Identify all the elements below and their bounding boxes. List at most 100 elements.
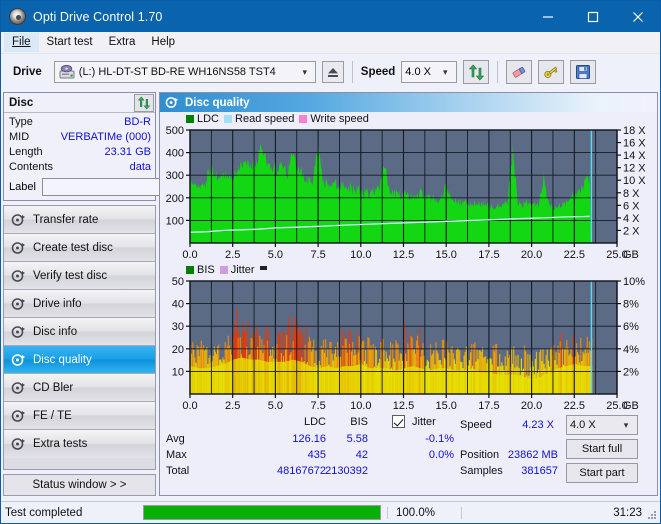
- save-button[interactable]: [570, 60, 597, 84]
- disc-type-value: BD-R: [124, 116, 151, 128]
- stats-row-max: Max: [166, 449, 187, 461]
- stats-total-bis: 2130392: [325, 465, 368, 477]
- key-button[interactable]: [538, 60, 565, 84]
- stats-samples-value: 381657: [521, 465, 558, 477]
- svg-text:30: 30: [172, 321, 184, 333]
- refresh-button[interactable]: [463, 60, 490, 84]
- progress-bar: [143, 505, 381, 520]
- test-speed-value: 4.0 X: [570, 419, 596, 431]
- sidebar-item-drive-info[interactable]: Drive info: [4, 290, 155, 318]
- ldc-plot-area: 1002003004005002 X4 X6 X8 X10 X12 X14 X1…: [166, 126, 647, 261]
- status-window-button[interactable]: Status window > >: [3, 474, 156, 496]
- disc-contents-label: Contents: [9, 161, 54, 173]
- minimize-icon[interactable]: [525, 1, 570, 32]
- disc-test-icon: [11, 325, 25, 338]
- sidebar-item-disc-quality[interactable]: Disc quality: [4, 346, 155, 374]
- disc-mid-value: VERBATIMe (000): [60, 131, 151, 143]
- menu-item-extra[interactable]: Extra: [101, 33, 144, 52]
- menu-file-label: File: [12, 36, 31, 48]
- legend-write-speed-label: Write speed: [310, 113, 369, 125]
- toolbar: Drive (L:) HL-DT-ST BD-RE WH16NS58 TST4 …: [1, 54, 660, 90]
- resize-grip[interactable]: [646, 509, 657, 520]
- disc-row-mid: MID VERBATIMe (000): [9, 130, 151, 145]
- stats-position-value: 23862 MB: [507, 449, 558, 461]
- legend-write-speed: Write speed: [299, 113, 369, 125]
- bis-chart: BIS Jitter 10 20 30 40 50 2% 4% 6% 8% 10% 0.0 2.5 5.…: [160, 263, 657, 414]
- start-part-button[interactable]: Start part: [566, 463, 638, 483]
- menu-item-file[interactable]: File: [4, 33, 39, 52]
- legend-swatch-icon: [219, 266, 228, 274]
- maximize-icon[interactable]: [570, 1, 615, 32]
- status-text: Test completed: [5, 506, 83, 519]
- svg-text:17.5: 17.5: [478, 249, 499, 261]
- menu-item-help[interactable]: Help: [143, 33, 183, 52]
- svg-text:100: 100: [166, 215, 184, 227]
- svg-text:10.0: 10.0: [350, 249, 371, 261]
- svg-text:6%: 6%: [623, 321, 639, 333]
- menu-item-start-test[interactable]: Start test: [39, 33, 101, 52]
- start-full-button[interactable]: Start full: [566, 439, 638, 459]
- svg-text:2 X: 2 X: [623, 225, 640, 237]
- speed-value: 4.0 X: [405, 66, 431, 78]
- stats-total-ldc: 48167672: [277, 465, 326, 477]
- stats-avg-jitter: -0.1%: [425, 433, 454, 445]
- window-controls: [525, 1, 660, 32]
- ldc-legend: LDC Read speed Write speed: [160, 112, 657, 126]
- stats-max-ldc: 435: [307, 449, 326, 461]
- sidebar-item-label: Transfer rate: [33, 213, 99, 226]
- svg-text:500: 500: [166, 126, 184, 137]
- disc-test-icon: [11, 409, 25, 422]
- sidebar-item-fe-te[interactable]: FE / TE: [4, 402, 155, 430]
- stats-speed-label: Speed: [460, 419, 492, 431]
- chevron-down-icon[interactable]: ▾: [297, 67, 313, 78]
- legend-swatch-icon: [186, 115, 194, 123]
- sidebar-nav: Transfer rate Create test disc Verify te…: [3, 205, 156, 470]
- disc-test-icon: [11, 241, 25, 254]
- legend-ldc: LDC: [186, 113, 219, 125]
- stats-max-jitter: 0.0%: [428, 449, 454, 461]
- svg-text:4 X: 4 X: [623, 213, 640, 225]
- stats-max-bis: 42: [355, 449, 368, 461]
- sidebar-item-verify-test-disc[interactable]: Verify test disc: [4, 262, 155, 290]
- svg-text:12.5: 12.5: [393, 249, 414, 261]
- menu-start-test-label: Start test: [46, 36, 93, 48]
- legend-swatch-icon: [299, 115, 308, 123]
- chevron-down-icon[interactable]: ▾: [618, 420, 634, 431]
- sidebar-item-create-test-disc[interactable]: Create test disc: [4, 234, 155, 262]
- sidebar-item-label: Verify test disc: [33, 269, 108, 282]
- close-icon[interactable]: [615, 1, 660, 32]
- main-panel: Disc quality LDC Read speed Write speed: [159, 92, 658, 496]
- sidebar-filler: [4, 458, 155, 469]
- disc-refresh-button[interactable]: [134, 93, 154, 112]
- legend-jitter-label: Jitter: [230, 264, 255, 276]
- disc-row-type: Type BD-R: [9, 115, 151, 130]
- legend-bis: BIS: [186, 264, 215, 276]
- ldc-chart: LDC Read speed Write speed 100 200 300 400 5…: [160, 112, 657, 263]
- menu-bar: File Start test Extra Help: [1, 32, 660, 54]
- eraser-button[interactable]: [506, 60, 533, 84]
- sidebar: Disc Type BD-R MID VERBATIMe (000) Lengt…: [1, 90, 246, 496]
- sidebar-item-label: Create test disc: [33, 241, 113, 254]
- drive-select[interactable]: (L:) HL-DT-ST BD-RE WH16NS58 TST4 ▾: [53, 61, 316, 83]
- disc-type-label: Type: [9, 116, 33, 128]
- speed-select[interactable]: 4.0 X ▾: [401, 61, 458, 83]
- disc-test-icon: [11, 213, 25, 226]
- test-speed-select[interactable]: 4.0 X ▾: [566, 415, 638, 435]
- body: Disc Type BD-R MID VERBATIMe (000) Lengt…: [1, 90, 660, 496]
- svg-text:10: 10: [172, 366, 184, 378]
- svg-text:GB: GB: [623, 249, 639, 261]
- disc-test-icon: [165, 97, 179, 108]
- title-bar: Opti Drive Control 1.70: [1, 1, 660, 32]
- eject-button[interactable]: [321, 61, 344, 83]
- bis-plot-area: 10 20 30 40 50 2% 4% 6% 8% 10% 0.0 2.5 5.0 7.5 10.0 12.…: [172, 277, 645, 412]
- bis-legend: BIS Jitter: [160, 263, 657, 277]
- sidebar-item-disc-info[interactable]: Disc info: [4, 318, 155, 346]
- sidebar-item-extra-tests[interactable]: Extra tests: [4, 430, 155, 458]
- sidebar-item-transfer-rate[interactable]: Transfer rate: [4, 206, 155, 234]
- disc-contents-value: data: [129, 161, 151, 173]
- progress-fill: [144, 506, 380, 519]
- jitter-checkbox[interactable]: [392, 415, 405, 428]
- chevron-down-icon[interactable]: ▾: [437, 67, 453, 78]
- sidebar-item-cd-bler[interactable]: CD Bler: [4, 374, 155, 402]
- app-window: Opti Drive Control 1.70 File Start test …: [0, 0, 661, 524]
